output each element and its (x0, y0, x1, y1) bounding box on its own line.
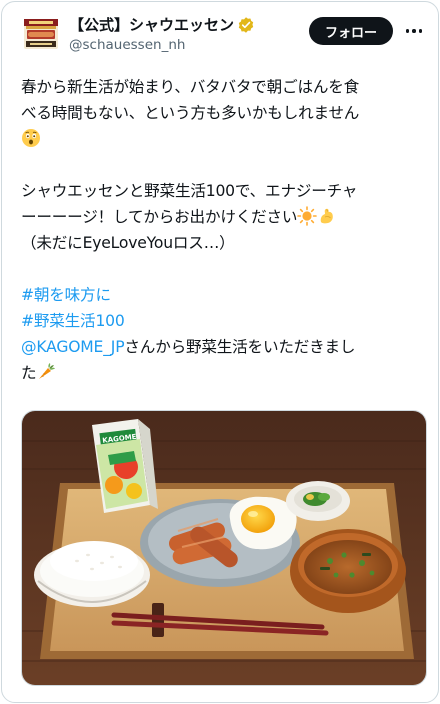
tweet-photo[interactable]: KAGOME (21, 410, 427, 686)
tweet-line-1: 春から新生活が始まり、バタバタで朝ごはんを食 (21, 78, 360, 96)
tweet-header: 【公式】シャウエッセン @schauessen_nh フォロー (21, 14, 426, 62)
display-name[interactable]: 【公式】シャウエッセン (69, 15, 234, 35)
flexed-biceps-emoji (321, 208, 334, 224)
tweet-line-9-text: さんから野菜生活をいただきまし (124, 338, 356, 356)
tweet-line-5: ーーーージ！してからお出かけください (21, 204, 427, 230)
carrot-emoji (39, 363, 56, 379)
tweet-text: 春から新生活が始まり、バタバタで朝ごはんを食 べる時間もない、という方も多いかも… (21, 74, 427, 386)
follow-button[interactable]: フォロー (309, 17, 393, 45)
hashtag-line-2: #野菜生活100 (21, 308, 427, 334)
tweet-line-4: シャウエッセンと野菜生活100で、エナジーチャ (21, 182, 358, 200)
tweet-line-10-text: た (21, 364, 37, 382)
sausage-package-logo-icon (24, 19, 58, 49)
hashtag-link-1[interactable]: #朝を味方に (21, 286, 111, 304)
verified-badge-icon (238, 17, 254, 33)
tweet-line-6: （未だにEyeLoveYouロス…） (21, 234, 235, 252)
tweet-line-5-text: ーーーージ！してからお出かけください (21, 208, 298, 226)
tweet-line-9: @KAGOME_JPさんから野菜生活をいただきまし (21, 334, 427, 360)
astonished-face-emoji (22, 129, 40, 147)
tweet-line-10: た (21, 360, 427, 386)
tweet-line-3 (21, 126, 427, 152)
tweet-blank-line-2 (21, 256, 427, 282)
more-dots-icon[interactable] (401, 18, 427, 44)
account-names: 【公式】シャウエッセン @schauessen_nh (69, 15, 279, 55)
hashtag-link-2[interactable]: #野菜生活100 (21, 312, 125, 330)
mention-link[interactable]: @KAGOME_JP (21, 338, 125, 356)
hashtag-line-1: #朝を味方に (21, 282, 427, 308)
breakfast-photo: KAGOME (22, 411, 426, 685)
tweet-line-2: べる時間もない、という方も多いかもしれません (21, 104, 360, 122)
tweet-card: 【公式】シャウエッセン @schauessen_nh フォロー 春から新生活が始… (1, 1, 439, 703)
sun-emoji (297, 206, 318, 226)
avatar[interactable] (21, 14, 61, 54)
display-name-row[interactable]: 【公式】シャウエッセン (69, 15, 279, 35)
handle[interactable]: @schauessen_nh (69, 35, 279, 55)
